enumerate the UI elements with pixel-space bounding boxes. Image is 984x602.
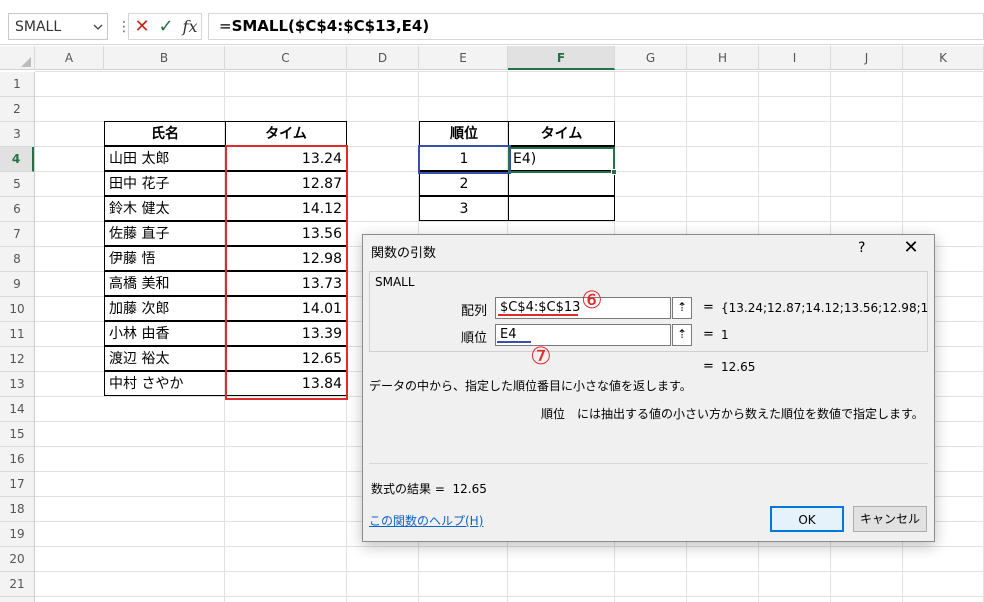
close-icon[interactable]: ✕ [899,237,923,259]
name-cell[interactable]: 中村 さやか [104,371,226,396]
grid-line [35,596,984,597]
grid-line [35,71,984,72]
grid-line [35,571,984,572]
arg2-preview: 1 [721,328,729,342]
collapse-dialog-icon[interactable]: ⇡ [672,297,692,319]
argument-description: 順位 には抽出する値の小さい方から数えた順位を数値で指定します。 [541,407,924,421]
result-cell[interactable] [508,196,615,221]
name-cell[interactable]: 鈴木 健太 [104,196,226,221]
function-description: データの中から、指定した順位番目に小さな値を返します。 [369,379,692,393]
cancel-button[interactable]: キャンセル [853,506,927,532]
dialog-divider [369,463,928,464]
rank-cell-highlight [418,145,511,174]
header-name[interactable]: 氏名 [104,121,226,146]
k-underline [497,341,531,343]
array-underline [498,314,578,316]
arg2-label: 順位 [460,331,487,346]
function-help-link[interactable]: この関数のヘルプ(H) [369,512,483,529]
arg1-equals: = [703,300,714,315]
header-time[interactable]: タイム [508,121,615,146]
formula-result: 数式の結果 = 12.65 [371,480,487,497]
help-icon[interactable]: ? [858,240,865,256]
rank-table: 順位 タイム 1 E4) 2 3 [0,0,615,221]
rank-cell[interactable]: 2 [419,171,509,196]
function-arguments-dialog: 関数の引数 ? ✕ SMALL 配列 $C$4:$C$13 ⇡ = {13.24… [362,234,935,542]
time-range-highlight [225,145,348,400]
header-rank[interactable]: 順位 [419,121,509,146]
annotation-mark-6: ⑥ [581,286,603,314]
result-cell[interactable] [508,171,615,196]
name-cell[interactable]: 佐藤 直子 [104,221,226,246]
grid-line [35,546,984,547]
rank-cell[interactable]: 3 [419,196,509,221]
name-cell[interactable]: 山田 太郎 [104,146,226,171]
grid-line [35,96,984,97]
dialog-title: 関数の引数 [371,246,437,261]
function-name: SMALL [375,275,415,289]
annotation-mark-7: ⑦ [530,342,552,370]
active-cell-border [508,147,615,173]
name-cell[interactable]: 渡辺 裕太 [104,346,226,371]
arg1-label: 配列 [460,304,487,319]
collapse-dialog-icon[interactable]: ⇡ [672,324,692,346]
name-cell[interactable]: 加藤 次郎 [104,296,226,321]
arg1-preview: {13.24;12.87;14.12;13.56;12.98;1 [721,301,929,315]
name-cell[interactable]: 小林 由香 [104,321,226,346]
function-equals: = [703,359,714,374]
formula-result-label: 数式の結果 = [371,482,445,496]
formula-result-value: 12.65 [452,482,487,496]
arg2-equals: = [703,327,714,342]
name-cell[interactable]: 田中 花子 [104,171,226,196]
function-preview: 12.65 [721,360,756,374]
fill-handle[interactable] [611,169,617,175]
name-cell[interactable]: 高橋 美和 [104,271,226,296]
name-cell[interactable]: 伊藤 悟 [104,246,226,271]
ok-button[interactable]: OK [770,506,844,532]
header-time[interactable]: タイム [225,121,347,146]
